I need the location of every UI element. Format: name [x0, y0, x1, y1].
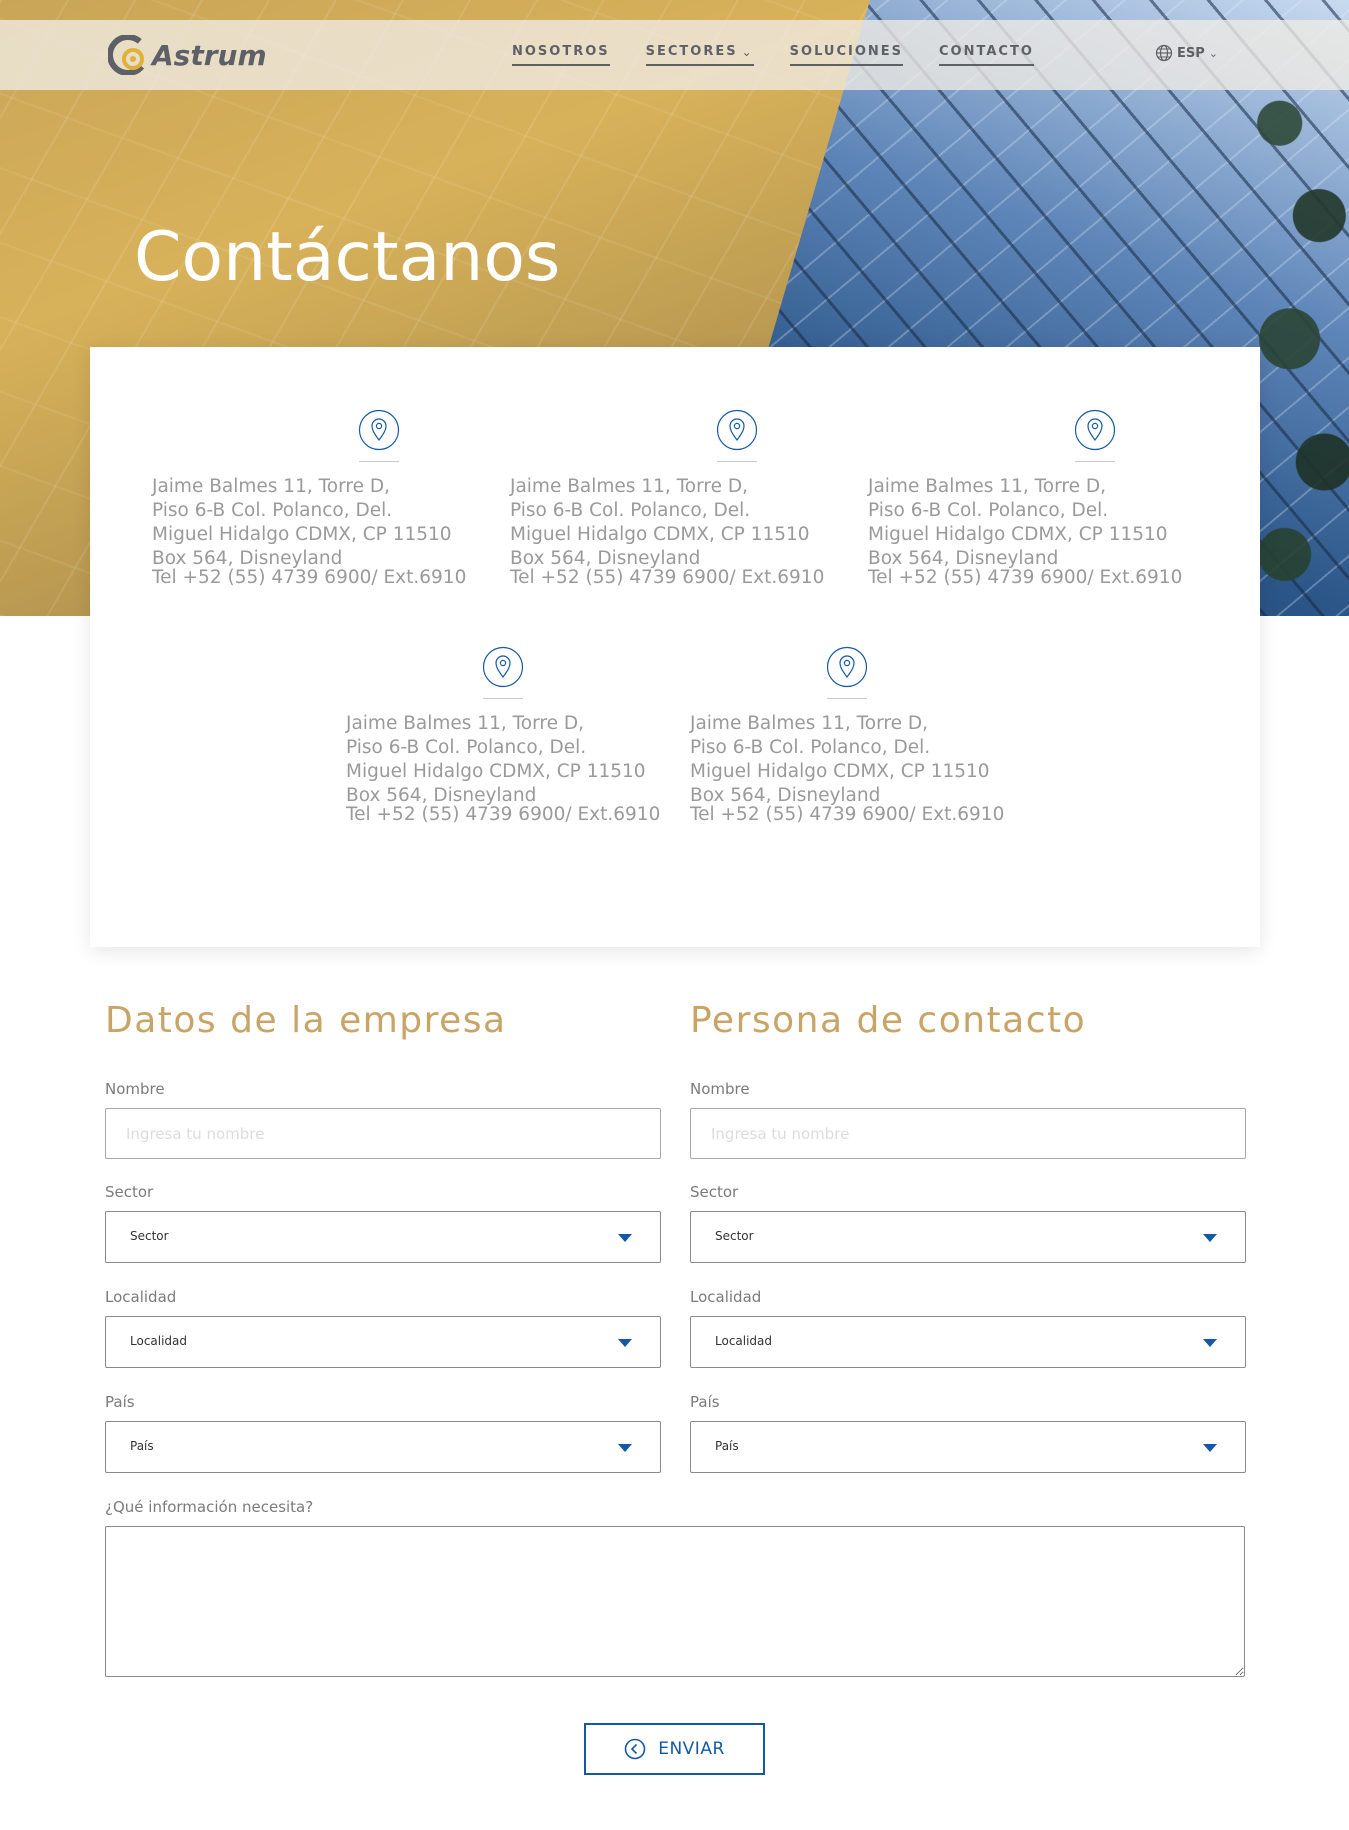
office-address: Jaime Balmes 11, Torre D, Piso 6-B Col. …	[346, 713, 646, 806]
company-sector-select[interactable]: Sector	[105, 1211, 661, 1263]
caret-down-icon	[1203, 1339, 1217, 1347]
company-section-title: Datos de la empresa	[105, 1000, 507, 1041]
map-pin-icon	[482, 646, 524, 688]
company-country-select[interactable]: País	[105, 1421, 661, 1473]
caret-down-icon	[618, 1234, 632, 1242]
contact-sector-value: Sector	[715, 1229, 754, 1243]
nav-contacto-label: CONTACTO	[939, 44, 1034, 59]
message-textarea[interactable]	[105, 1526, 1245, 1677]
page-title: Contáctanos	[134, 218, 561, 297]
globe-icon	[1155, 44, 1173, 62]
contact-country-select[interactable]: País	[690, 1421, 1246, 1473]
message-label: ¿Qué información necesita?	[105, 1498, 314, 1516]
office-address: Jaime Balmes 11, Torre D, Piso 6-B Col. …	[690, 713, 990, 806]
office-divider	[483, 698, 523, 699]
company-locality-label: Localidad	[105, 1288, 177, 1306]
offices-card: Jaime Balmes 11, Torre D, Piso 6-B Col. …	[90, 347, 1260, 947]
map-pin-icon	[1074, 409, 1116, 451]
office-phone: Tel +52 (55) 4739 6900/ Ext.6910	[152, 567, 467, 588]
contact-name-label: Nombre	[690, 1080, 750, 1098]
nav-nosotros[interactable]: NOSOTROS	[512, 44, 610, 66]
office-divider	[1075, 461, 1115, 462]
logo[interactable]: Astrum	[108, 34, 267, 76]
company-sector-label: Sector	[105, 1183, 154, 1201]
contact-sector-label: Sector	[690, 1183, 739, 1201]
office-address: Jaime Balmes 11, Torre D, Piso 6-B Col. …	[510, 476, 810, 569]
chevron-left-circle-icon	[624, 1738, 646, 1760]
contact-locality-select[interactable]: Localidad	[690, 1316, 1246, 1368]
company-name-input[interactable]	[105, 1108, 661, 1159]
hero-trees	[1250, 0, 1349, 616]
contact-country-value: País	[715, 1439, 739, 1453]
office-divider	[827, 698, 867, 699]
office-divider	[359, 461, 399, 462]
nav-contacto[interactable]: CONTACTO	[939, 44, 1034, 66]
nav-sectores[interactable]: SECTORES ⌄	[645, 44, 754, 66]
language-label: ESP	[1177, 45, 1205, 61]
chevron-down-icon: ⌄	[741, 44, 754, 59]
contact-section-title: Persona de contacto	[690, 1000, 1087, 1041]
office-phone: Tel +52 (55) 4739 6900/ Ext.6910	[868, 567, 1183, 588]
office-phone: Tel +52 (55) 4739 6900/ Ext.6910	[346, 804, 661, 825]
contact-locality-value: Localidad	[715, 1334, 773, 1348]
nav-soluciones-label: SOLUCIONES	[789, 44, 904, 59]
caret-down-icon	[618, 1339, 632, 1347]
office-address: Jaime Balmes 11, Torre D, Piso 6-B Col. …	[868, 476, 1168, 569]
submit-button-label: ENVIAR	[658, 1739, 725, 1759]
company-locality-select[interactable]: Localidad	[105, 1316, 661, 1368]
contact-name-input[interactable]	[690, 1108, 1246, 1159]
office-phone: Tel +52 (55) 4739 6900/ Ext.6910	[510, 567, 825, 588]
nav-sectores-label: SECTORES	[645, 44, 738, 59]
office-phone: Tel +52 (55) 4739 6900/ Ext.6910	[690, 804, 1005, 825]
nav-soluciones[interactable]: SOLUCIONES	[789, 44, 904, 66]
company-sector-value: Sector	[130, 1229, 169, 1243]
map-pin-icon	[358, 409, 400, 451]
caret-down-icon	[1203, 1234, 1217, 1242]
caret-down-icon	[1203, 1444, 1217, 1452]
caret-down-icon	[618, 1444, 632, 1452]
language-selector[interactable]: ESP ⌄	[1155, 44, 1218, 62]
office-divider	[717, 461, 757, 462]
submit-button[interactable]: ENVIAR	[584, 1723, 765, 1775]
main-nav: NOSOTROS SECTORES ⌄ SOLUCIONES CONTACTO	[512, 44, 1070, 66]
contact-locality-label: Localidad	[690, 1288, 762, 1306]
nav-nosotros-label: NOSOTROS	[512, 44, 610, 59]
logo-text: Astrum	[152, 38, 267, 72]
contact-sector-select[interactable]: Sector	[690, 1211, 1246, 1263]
contact-country-label: País	[690, 1393, 720, 1411]
office-address: Jaime Balmes 11, Torre D, Piso 6-B Col. …	[152, 476, 452, 569]
company-locality-value: Localidad	[130, 1334, 188, 1348]
company-country-label: País	[105, 1393, 135, 1411]
map-pin-icon	[826, 646, 868, 688]
company-country-value: País	[130, 1439, 154, 1453]
astrum-logo-icon	[108, 35, 148, 75]
chevron-down-icon: ⌄	[1208, 46, 1218, 60]
top-navbar: Astrum NOSOTROS SECTORES ⌄ SOLUCIONES CO…	[0, 20, 1349, 90]
company-name-label: Nombre	[105, 1080, 165, 1098]
map-pin-icon	[716, 409, 758, 451]
